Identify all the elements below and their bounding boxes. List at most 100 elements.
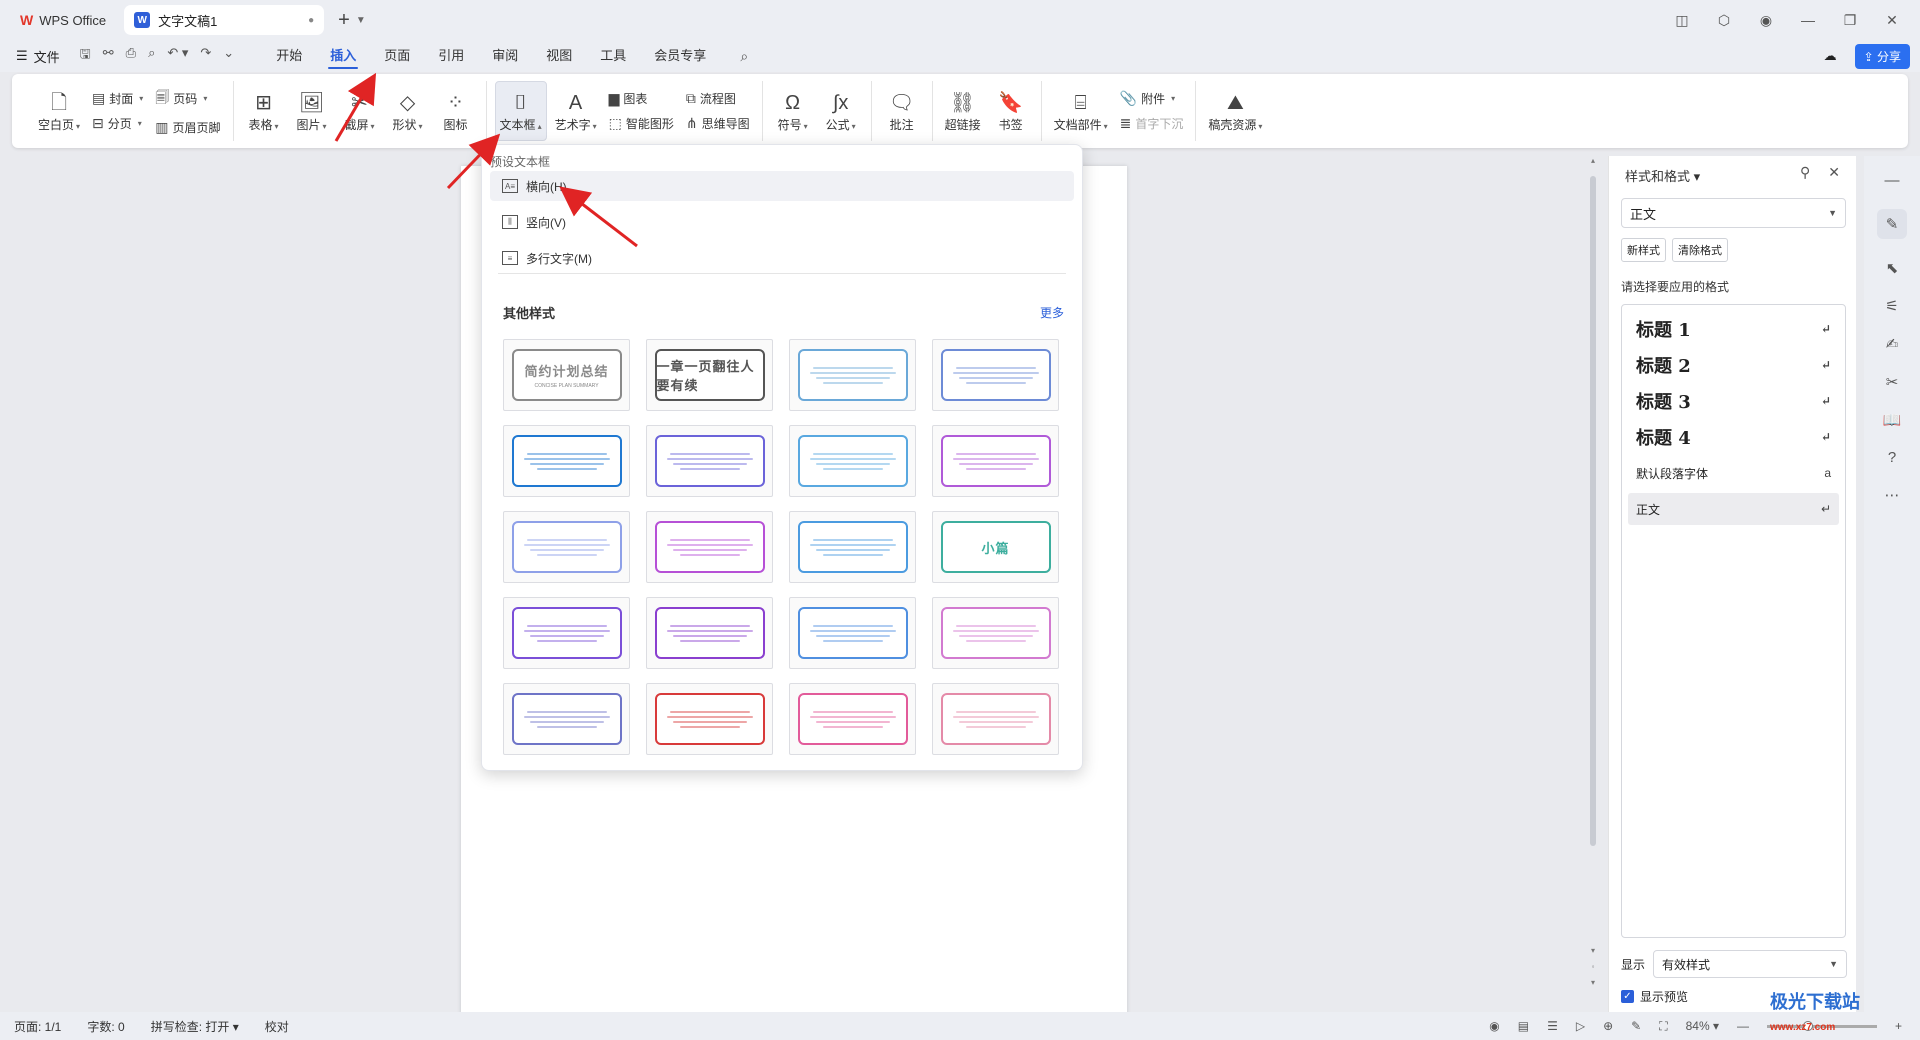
icon-button[interactable]: ⁘ 图标 xyxy=(434,81,478,141)
header-footer-button[interactable]: ▥ 页眉页脚 xyxy=(155,119,220,136)
more-styles-link[interactable]: 更多 xyxy=(1040,304,1064,321)
shape-button[interactable]: ◇ 形状 ▾ xyxy=(386,81,430,141)
textbox-style-template[interactable] xyxy=(932,339,1059,411)
textbox-style-template[interactable] xyxy=(503,683,630,755)
textbox-style-template[interactable] xyxy=(503,511,630,583)
multiline-textbox-item[interactable]: ≡ 多行文字(M) xyxy=(490,243,1074,273)
share-link-icon[interactable]: ⚯ xyxy=(103,45,114,67)
current-style-select[interactable]: 正文 ▼ xyxy=(1621,198,1846,228)
save-icon[interactable]: 🖫 xyxy=(80,45,91,67)
style-item-heading-4[interactable]: 标题 4 ↵ xyxy=(1628,421,1839,453)
textbox-style-template[interactable]: 小篇 xyxy=(932,511,1059,583)
share-button[interactable]: ⇪ 分享 xyxy=(1854,43,1910,69)
textbox-style-template[interactable] xyxy=(789,597,916,669)
tab-review[interactable]: 审阅 xyxy=(478,40,532,72)
layout-icon[interactable]: ◫ xyxy=(1672,12,1692,29)
style-item-heading-3[interactable]: 标题 3 ↵ xyxy=(1628,385,1839,417)
more-icon[interactable]: ⋯ xyxy=(1885,486,1900,504)
zoom-out-icon[interactable]: — xyxy=(1737,1019,1749,1033)
prev-page-icon[interactable]: ◦ xyxy=(1588,962,1598,971)
style-item-heading-1[interactable]: 标题 1 ↵ xyxy=(1628,313,1839,345)
textbox-style-template[interactable] xyxy=(646,425,773,497)
textbox-style-template[interactable] xyxy=(789,683,916,755)
mindmap-button[interactable]: ⋔ 思维导图 xyxy=(686,115,750,132)
style-item-heading-2[interactable]: 标题 2 ↵ xyxy=(1628,349,1839,381)
page-number-button[interactable]: 🗐 页码 ▾ xyxy=(155,87,220,111)
textbox-style-template[interactable] xyxy=(932,683,1059,755)
show-preview-checkbox[interactable]: ✓ 显示预览 xyxy=(1621,988,1688,1005)
textbox-style-template[interactable] xyxy=(789,425,916,497)
tab-tools[interactable]: 工具 xyxy=(586,40,640,72)
document-scrollbar[interactable]: ▴ ▾ ◦ ▾ xyxy=(1588,156,1598,1006)
drop-cap-button[interactable]: ≣ 首字下沉 xyxy=(1120,115,1184,132)
proofread-button[interactable]: 校对 xyxy=(265,1018,289,1035)
textbox-style-template[interactable] xyxy=(932,425,1059,497)
play-icon[interactable]: ▷ xyxy=(1576,1019,1585,1033)
collapse-icon[interactable]: — xyxy=(1885,172,1900,189)
pen-icon[interactable]: ✎ xyxy=(1631,1019,1641,1033)
page-break-button[interactable]: ⊟ 分页 ▾ xyxy=(92,115,143,132)
hyperlink-button[interactable]: ⛓ 超链接 xyxy=(941,81,985,141)
pin-icon[interactable]: ⚲ xyxy=(1800,164,1810,181)
page-view-icon[interactable]: ▤ xyxy=(1518,1019,1529,1033)
spell-check-toggle[interactable]: 拼写检查: 打开 ▾ xyxy=(151,1018,239,1035)
quick-more-icon[interactable]: ⌄ xyxy=(223,45,234,67)
scroll-down-icon[interactable]: ▾ xyxy=(1588,946,1598,955)
new-style-button[interactable]: 新样式 xyxy=(1621,238,1666,262)
wordart-button[interactable]: A 艺术字 ▾ xyxy=(551,81,601,141)
textbox-style-template[interactable] xyxy=(503,425,630,497)
style-item-default-font[interactable]: 默认段落字体 a xyxy=(1628,457,1839,489)
formula-button[interactable]: ∫x 公式 ▾ xyxy=(819,81,863,141)
textbox-button[interactable]: ⌷ 文本框 ▴ xyxy=(494,81,547,141)
panel-close-icon[interactable]: ✕ xyxy=(1828,164,1840,181)
textbox-style-template[interactable] xyxy=(646,683,773,755)
book-icon[interactable]: 📖 xyxy=(1883,411,1902,429)
file-menu[interactable]: ☰ 文件 xyxy=(16,47,60,66)
table-button[interactable]: ⊞ 表格 ▾ xyxy=(242,81,286,141)
wps-home-tab[interactable]: W WPS Office xyxy=(8,6,118,34)
fit-icon[interactable]: ⛶ xyxy=(1659,1019,1667,1034)
word-count[interactable]: 字数: 0 xyxy=(87,1018,124,1035)
blank-page-button[interactable]: 🗋 空白页 ▾ xyxy=(34,81,84,141)
scroll-up-icon[interactable]: ▴ xyxy=(1588,156,1598,165)
tab-view[interactable]: 视图 xyxy=(532,40,586,72)
redo-icon[interactable]: ↷ xyxy=(200,45,211,67)
tab-reference[interactable]: 引用 xyxy=(424,40,478,72)
show-filter-select[interactable]: 有效样式 ▼ xyxy=(1653,950,1848,978)
tab-member[interactable]: 会员专享 xyxy=(640,40,720,72)
attachment-button[interactable]: 📎 附件 ▾ xyxy=(1120,90,1184,107)
doc-parts-button[interactable]: ⌸ 文档部件 ▾ xyxy=(1050,81,1112,141)
textbox-style-template[interactable] xyxy=(932,597,1059,669)
restore-icon[interactable]: ❐ xyxy=(1840,12,1860,29)
comment-button[interactable]: 🗨 批注 xyxy=(880,81,924,141)
unsaved-dot-icon[interactable]: ● xyxy=(308,15,314,26)
tools-icon[interactable]: ✂ xyxy=(1886,373,1899,391)
zoom-level[interactable]: 84% ▾ xyxy=(1686,1019,1719,1033)
clear-format-button[interactable]: 清除格式 xyxy=(1672,238,1728,262)
new-tab-chevron-icon[interactable]: ▼ xyxy=(356,15,366,26)
edit-icon[interactable]: ✍ xyxy=(1886,335,1899,353)
tab-home[interactable]: 开始 xyxy=(262,40,316,72)
textbox-style-template[interactable] xyxy=(503,597,630,669)
style-item-body[interactable]: 正文 ↵ xyxy=(1628,493,1839,525)
symbol-button[interactable]: Ω 符号 ▾ xyxy=(771,81,815,141)
print-icon[interactable]: ⎙ xyxy=(126,45,136,67)
cloud-icon[interactable]: ☁ xyxy=(1824,48,1837,64)
flowchart-button[interactable]: ⧉ 流程图 xyxy=(686,90,750,107)
scrollbar-thumb[interactable] xyxy=(1590,176,1596,846)
picture-button[interactable]: 🖼 图片 ▾ xyxy=(290,81,334,141)
next-page-icon[interactable]: ▾ xyxy=(1588,978,1598,987)
document-tab[interactable]: W 文字文稿1 ● xyxy=(124,5,325,35)
tab-insert[interactable]: 插入 xyxy=(316,40,370,72)
eye-icon[interactable]: ◉ xyxy=(1489,1019,1499,1033)
vertical-textbox-item[interactable]: ⫼ 竖向(V) xyxy=(490,207,1074,237)
styles-panel-title[interactable]: 样式和格式 ▾ xyxy=(1625,166,1700,185)
help-icon[interactable]: ? xyxy=(1888,449,1896,466)
adjust-icon[interactable]: ⚟ xyxy=(1885,297,1898,315)
textbox-style-template[interactable]: 一章一页翻往人要有续 xyxy=(646,339,773,411)
chart-button[interactable]: ▆ 图表 xyxy=(609,90,674,107)
textbox-style-template[interactable] xyxy=(646,511,773,583)
resources-button[interactable]: ⛰ 稿壳资源 ▾ xyxy=(1204,81,1266,141)
textbox-style-template[interactable] xyxy=(789,339,916,411)
tab-page[interactable]: 页面 xyxy=(370,40,424,72)
